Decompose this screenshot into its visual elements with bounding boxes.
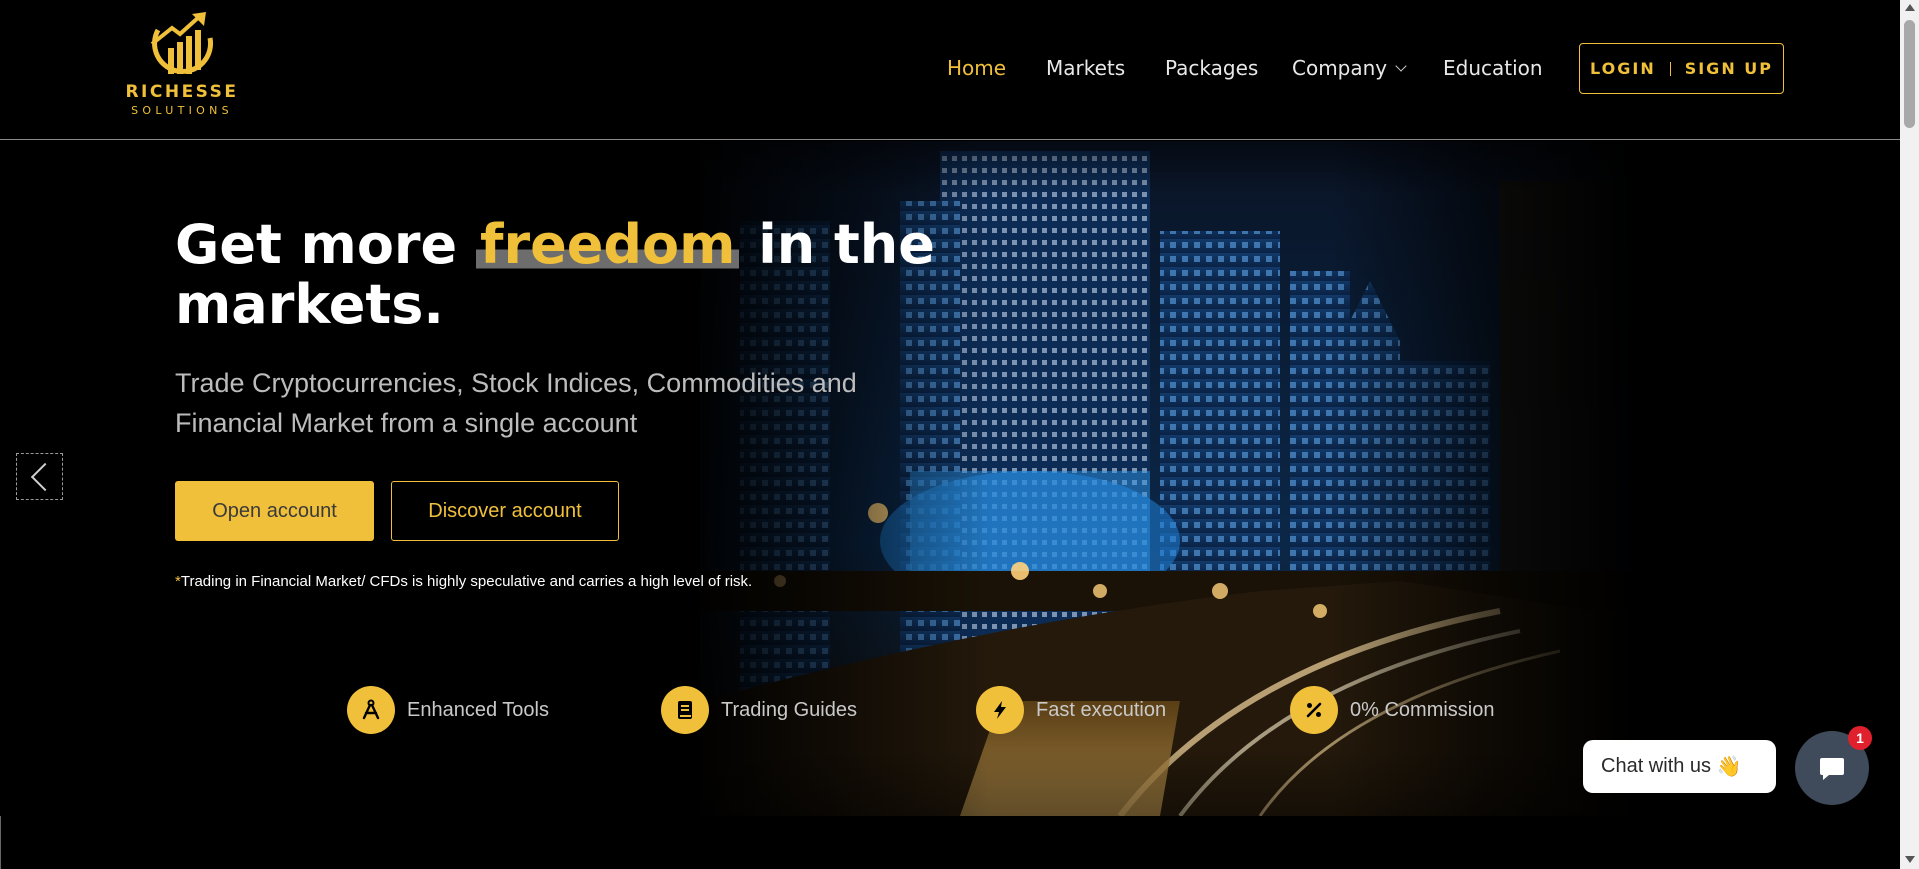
nav-markets[interactable]: Markets <box>1046 56 1125 80</box>
chat-label: Chat with us <box>1601 755 1712 777</box>
feature-trading-guides: Trading Guides <box>661 686 857 734</box>
open-account-button[interactable]: Open account <box>175 481 374 541</box>
feature-label: 0% Commission <box>1350 698 1495 721</box>
headline-highlight: freedom <box>476 213 740 276</box>
compass-tools-icon <box>347 686 395 734</box>
logo-bars-arrow-icon <box>150 12 214 74</box>
signup-link[interactable]: SIGN UP <box>1685 59 1773 78</box>
feature-label: Fast execution <box>1036 698 1167 721</box>
book-icon <box>661 686 709 734</box>
brand-name: RICHESSE <box>125 82 239 102</box>
login-signup-button[interactable]: LOGIN SIGN UP <box>1579 43 1784 94</box>
brand-logo[interactable]: RICHESSE SOLUTIONS <box>122 10 242 118</box>
discover-account-button[interactable]: Discover account <box>391 481 619 541</box>
percent-icon <box>1290 686 1338 734</box>
lightning-icon <box>976 686 1024 734</box>
page-scrollbar[interactable] <box>1900 0 1919 869</box>
feature-label: Trading Guides <box>721 698 857 721</box>
headline-pre: Get more <box>175 213 458 276</box>
nav-packages[interactable]: Packages <box>1165 56 1258 80</box>
risk-disclaimer: *Trading in Financial Market/ CFDs is hi… <box>175 573 752 590</box>
chevron-left-icon <box>30 462 59 491</box>
hero-subline: Trade Cryptocurrencies, Stock Indices, C… <box>175 368 857 438</box>
site-header: RICHESSE SOLUTIONS Home Markets Packages… <box>0 0 1900 140</box>
nav-education[interactable]: Education <box>1443 56 1543 80</box>
hero-headline: Get more freedom in the markets. <box>175 213 975 335</box>
carousel-prev-button[interactable] <box>16 453 63 500</box>
feature-label: Enhanced Tools <box>407 698 549 721</box>
hero-section: Get more freedom in the markets. Trade C… <box>0 141 1900 816</box>
scroll-thumb[interactable] <box>1904 20 1915 128</box>
scroll-up-arrow-icon[interactable] <box>1905 4 1915 11</box>
nav-company-label: Company <box>1292 56 1388 80</box>
chat-prompt-bubble[interactable]: Chat with us 👋 <box>1583 740 1776 793</box>
feature-zero-commission: 0% Commission <box>1290 686 1494 734</box>
scroll-down-arrow-icon[interactable] <box>1905 856 1915 863</box>
feature-fast-execution: Fast execution <box>976 686 1166 734</box>
wave-hand-icon: 👋 <box>1716 756 1742 778</box>
chat-icon <box>1820 758 1844 780</box>
feature-enhanced-tools: Enhanced Tools <box>347 686 549 734</box>
login-link[interactable]: LOGIN <box>1590 59 1656 78</box>
page-bottom-area <box>0 816 1900 869</box>
risk-text: Trading in Financial Market/ CFDs is hig… <box>180 573 753 590</box>
nav-company[interactable]: Company <box>1292 56 1407 80</box>
chevron-down-icon <box>1395 60 1407 72</box>
brand-subtitle: SOLUTIONS <box>131 104 233 117</box>
nav-home[interactable]: Home <box>947 56 1006 80</box>
divider <box>1669 61 1671 76</box>
unread-badge: 1 <box>1848 726 1872 750</box>
